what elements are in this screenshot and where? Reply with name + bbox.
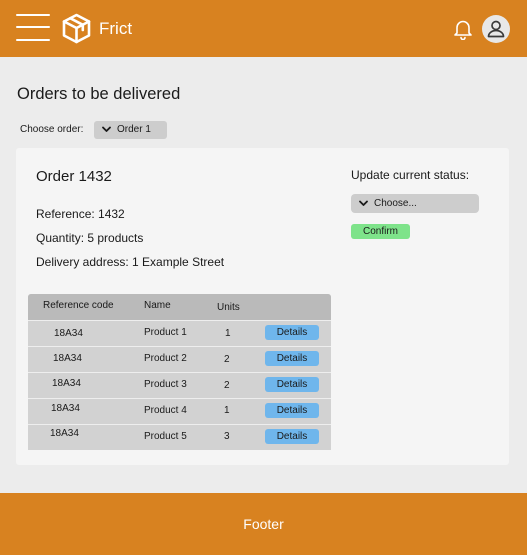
top-bar: Frict [0,0,527,57]
cell-units: 1 [224,405,230,416]
box-icon [62,13,91,44]
page-title: Orders to be delivered [17,85,181,103]
details-button[interactable]: Details [265,429,319,444]
cell-name: Product 2 [144,353,187,364]
cell-reference: 18A34 [53,353,82,364]
order-reference: Reference: 1432 [36,207,125,221]
cell-units: 1 [225,328,231,339]
table-row: 18A34 Product 2 2 Details [28,346,331,372]
order-title: Order 1432 [36,168,112,185]
confirm-button[interactable]: Confirm [351,224,410,239]
choose-order-label: Choose order: [20,124,84,135]
column-header-reference: Reference code [43,300,114,311]
details-button[interactable]: Details [265,351,319,366]
cell-reference: 18A34 [51,403,80,414]
order-card: Order 1432 Reference: 1432 Quantity: 5 p… [16,148,509,465]
cell-units: 3 [224,431,230,442]
chevron-down-icon [359,200,368,206]
footer: Footer [0,493,527,555]
table-row: 18A34 Product 1 1 Details [28,320,331,346]
user-icon [487,20,505,38]
footer-text: Footer [243,516,284,532]
details-button[interactable]: Details [265,325,319,340]
cell-name: Product 1 [144,327,187,338]
order-quantity: Quantity: 5 products [36,231,144,245]
order-select-value: Order 1 [117,124,151,135]
table-row: 18A34 Product 3 2 Details [28,372,331,398]
cell-units: 2 [224,380,230,391]
status-select-placeholder: Choose... [374,198,417,209]
user-avatar[interactable] [482,15,510,43]
cell-reference: 18A34 [52,378,81,389]
cell-units: 2 [224,354,230,365]
brand-name: Frict [99,19,133,38]
status-select[interactable]: Choose... [351,194,479,213]
cell-reference: 18A34 [54,328,83,339]
cell-name: Product 4 [144,405,187,416]
status-label: Update current status: [351,168,470,182]
table-row: 18A34 Product 4 1 Details [28,398,331,424]
cell-name: Product 5 [144,431,187,442]
column-header-name: Name [144,300,171,311]
chevron-down-icon [102,126,111,132]
details-button[interactable]: Details [265,377,319,392]
cell-name: Product 3 [144,379,187,390]
column-header-units: Units [217,302,240,313]
bell-icon[interactable] [453,19,473,40]
order-address: Delivery address: 1 Example Street [36,255,225,269]
cell-reference: 18A34 [50,428,79,439]
products-table: Reference code Name Units 18A34 Product … [28,294,331,450]
table-row: 18A34 Product 5 3 Details [28,424,331,450]
details-button[interactable]: Details [265,403,319,418]
table-header: Reference code Name Units [28,294,331,320]
order-select[interactable]: Order 1 [94,121,167,139]
menu-button[interactable] [16,14,50,41]
